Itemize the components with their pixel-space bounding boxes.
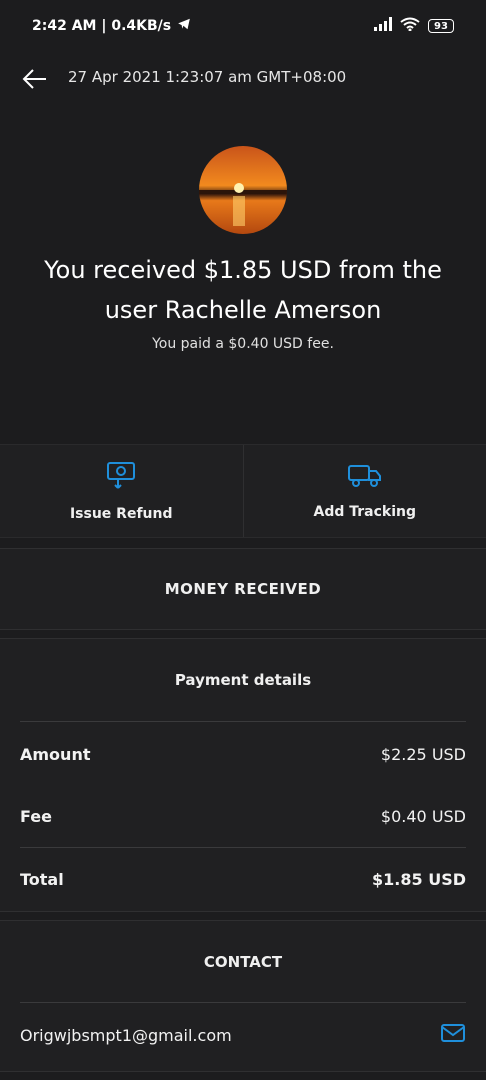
amount-value: $2.25 USD bbox=[380, 744, 466, 764]
battery-indicator: 93 bbox=[428, 19, 454, 33]
back-button[interactable] bbox=[20, 64, 50, 94]
fee-label: Fee bbox=[20, 806, 52, 826]
total-value: $1.85 USD bbox=[372, 869, 466, 889]
received-message: You received $1.85 USD from the user Rac… bbox=[44, 256, 442, 324]
contact-email: Origwjbsmpt1@gmail.com bbox=[20, 1025, 232, 1045]
action-bar: Issue Refund Add Tracking bbox=[0, 444, 486, 538]
amount-label: Amount bbox=[20, 744, 91, 764]
transaction-status: MONEY RECEIVED bbox=[164, 580, 322, 598]
status-right: 93 bbox=[374, 17, 454, 35]
avatar bbox=[199, 146, 287, 234]
fee-value: $0.40 USD bbox=[380, 806, 466, 826]
contact-title: CONTACT bbox=[203, 953, 283, 971]
fee-row: Fee $0.40 USD bbox=[20, 785, 466, 847]
payment-details-section: Payment details Amount $2.25 USD Fee $0.… bbox=[0, 638, 486, 912]
payment-details-title: Payment details bbox=[174, 671, 312, 689]
status-time-speed: 2:42 AM | 0.4KB/s bbox=[32, 18, 172, 34]
transaction-datetime: 27 Apr 2021 1:23:07 am GMT+08:00 bbox=[68, 68, 347, 86]
header: 27 Apr 2021 1:23:07 am GMT+08:00 bbox=[0, 56, 486, 100]
envelope-icon[interactable] bbox=[440, 1023, 466, 1047]
add-tracking-label: Add Tracking bbox=[313, 504, 416, 520]
truck-icon bbox=[347, 462, 383, 494]
amount-row: Amount $2.25 USD bbox=[20, 723, 466, 785]
fee-message: You paid a $0.40 USD fee. bbox=[152, 336, 334, 352]
issue-refund-button[interactable]: Issue Refund bbox=[0, 445, 243, 537]
refund-icon bbox=[104, 460, 138, 496]
contact-section: CONTACT Origwjbsmpt1@gmail.com bbox=[0, 920, 486, 1072]
telegram-icon bbox=[177, 17, 191, 35]
transaction-summary: You received $1.85 USD from the user Rac… bbox=[0, 100, 486, 440]
total-row: Total $1.85 USD bbox=[20, 848, 466, 910]
transaction-status-section: MONEY RECEIVED bbox=[0, 548, 486, 630]
arrow-left-icon bbox=[22, 69, 46, 89]
add-tracking-button[interactable]: Add Tracking bbox=[242, 445, 486, 537]
issue-refund-label: Issue Refund bbox=[69, 506, 173, 522]
status-bar: 2:42 AM | 0.4KB/s 93 bbox=[0, 0, 486, 52]
divider bbox=[20, 721, 466, 722]
status-left: 2:42 AM | 0.4KB/s bbox=[32, 17, 191, 35]
total-label: Total bbox=[20, 869, 64, 889]
contact-email-row[interactable]: Origwjbsmpt1@gmail.com bbox=[20, 1003, 466, 1067]
wifi-icon bbox=[400, 17, 420, 35]
signal-icon bbox=[374, 17, 392, 35]
